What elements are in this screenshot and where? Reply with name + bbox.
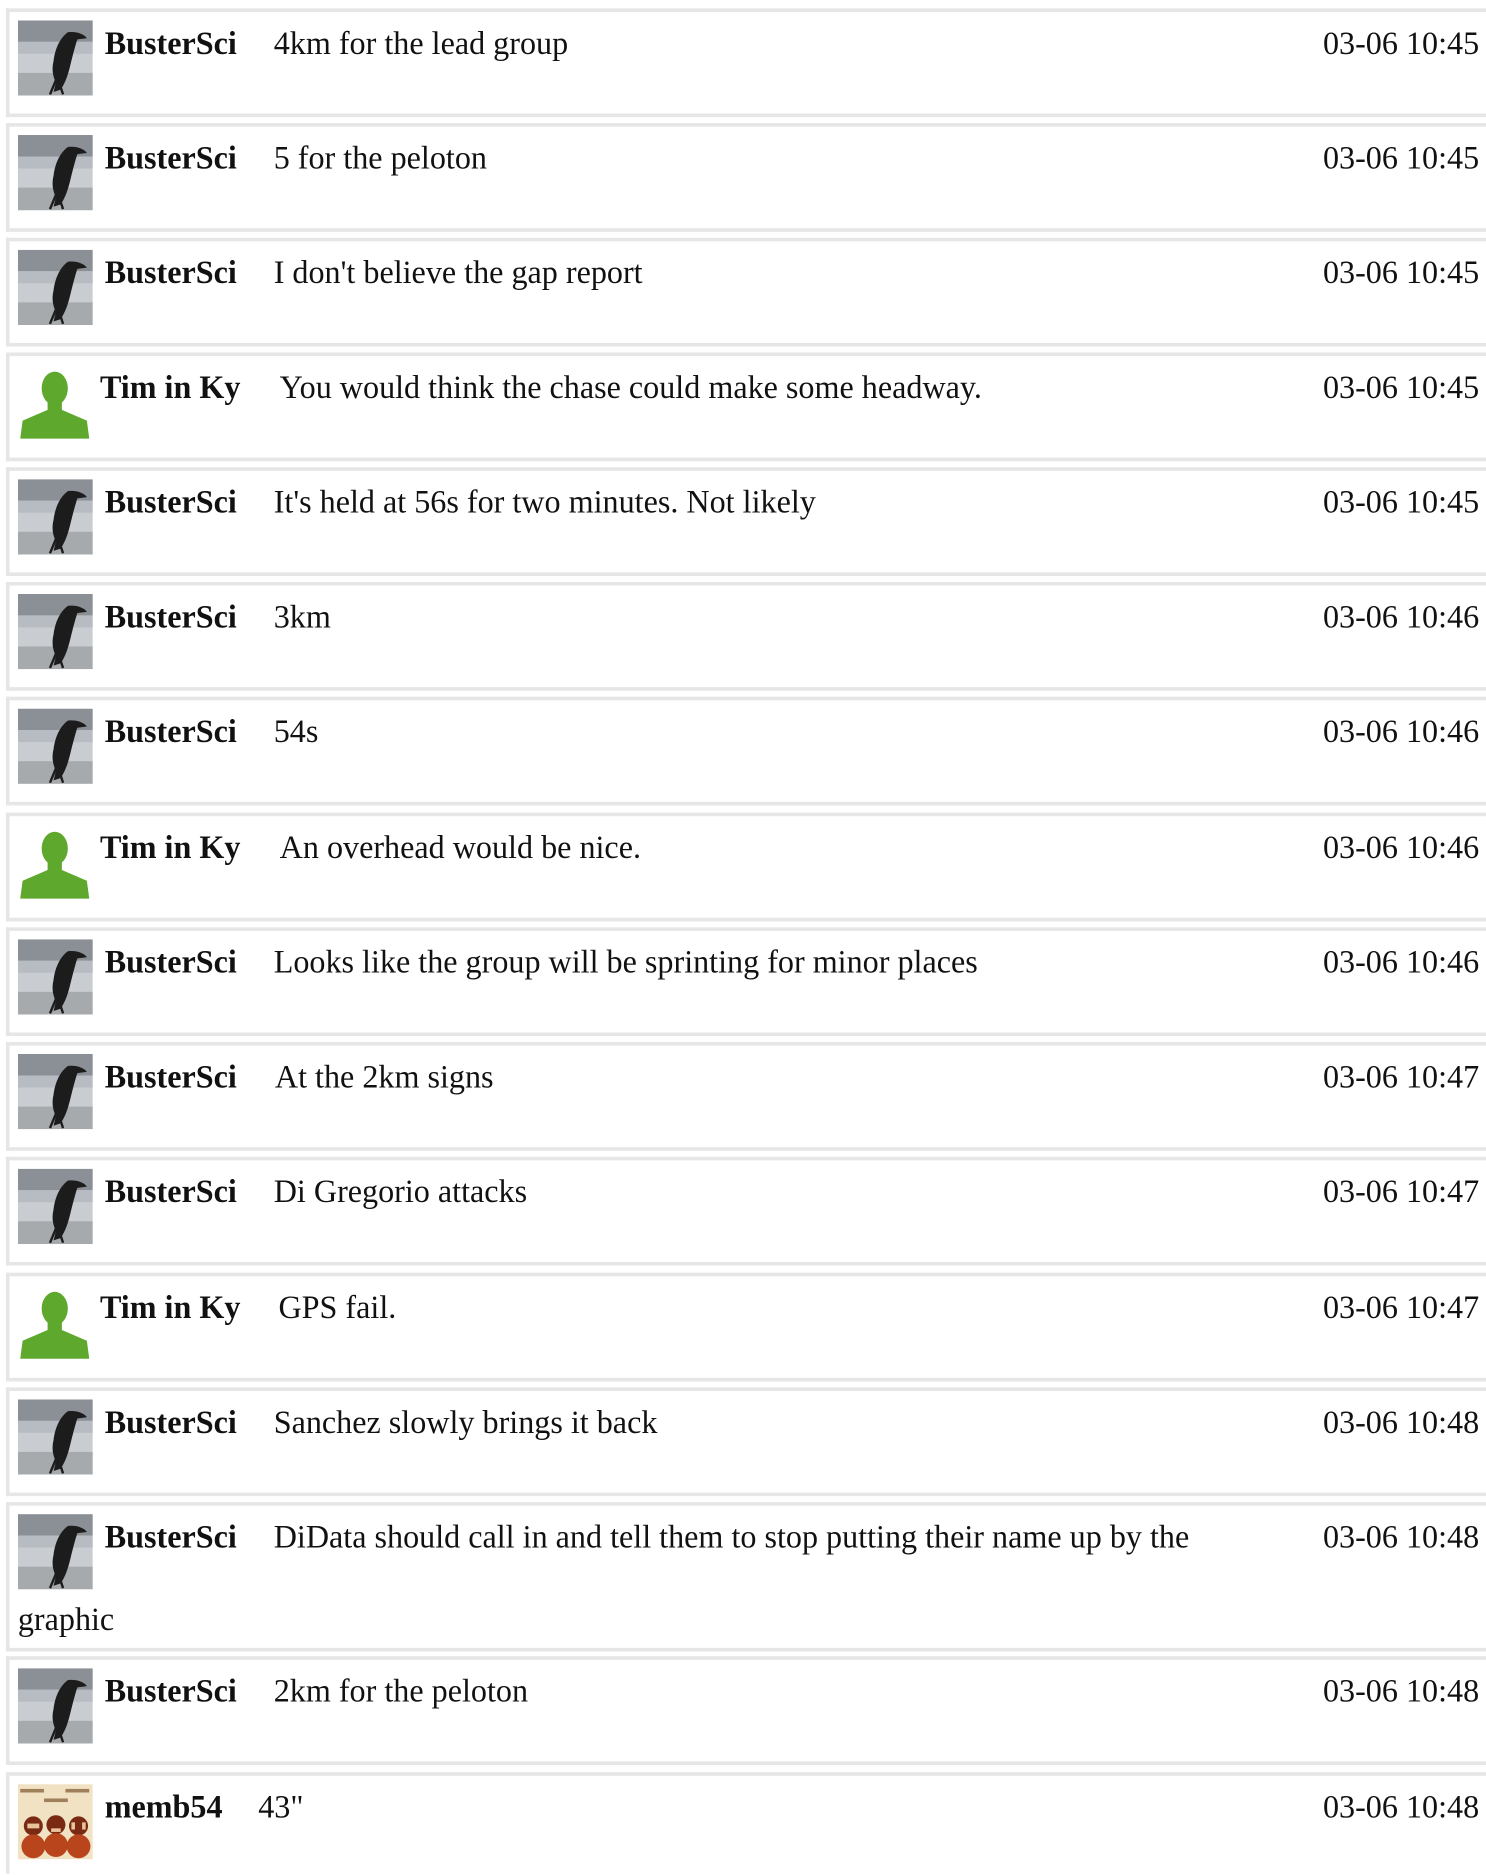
message-text: GPS fail.	[278, 1289, 397, 1326]
timestamp: 03-06 10:45	[1322, 254, 1480, 291]
chat-message: BusterSci 5 for the peloton 03-06 10:45	[5, 123, 1486, 232]
username[interactable]: Tim in Ky	[100, 825, 240, 870]
message-text: 4km for the lead group	[273, 25, 569, 61]
message-text: It's held at 56s for two minutes. Not li…	[273, 483, 816, 520]
timestamp: 03-06 10:45	[1322, 25, 1480, 61]
message-text: 2km for the peloton	[273, 1673, 529, 1709]
chat-log: BusterSci 4km for the lead group 03-06 1…	[0, 0, 1486, 1874]
username[interactable]: BusterSci	[105, 594, 237, 639]
penguin-avatar[interactable]	[17, 708, 93, 784]
penguin-avatar[interactable]	[17, 249, 93, 326]
penguin-avatar[interactable]	[17, 20, 93, 96]
username[interactable]: BusterSci	[105, 1514, 237, 1559]
message-text: Looks like the group will be sprinting f…	[273, 944, 978, 980]
chat-message: BusterSci Di Gregorio attacks 03-06 10:4…	[5, 1156, 1486, 1266]
chat-message: BusterSci Sanchez slowly brings it back …	[5, 1387, 1486, 1497]
default-user-avatar[interactable]	[17, 364, 93, 440]
timestamp: 03-06 10:46	[1322, 598, 1480, 635]
penguin-avatar[interactable]	[17, 593, 93, 670]
timestamp: 03-06 10:48	[1322, 1788, 1480, 1825]
penguin-avatar[interactable]	[17, 939, 93, 1015]
chat-message: BusterSci 2km for the peloton 03-06 10:4…	[5, 1656, 1486, 1766]
timestamp: 03-06 10:46	[1322, 944, 1480, 980]
username[interactable]: BusterSci	[105, 135, 237, 180]
timestamp: 03-06 10:46	[1322, 829, 1480, 866]
message-text: I don't believe the gap report	[273, 254, 643, 291]
chat-message: BusterSci Looks like the group will be s…	[5, 927, 1486, 1037]
default-user-avatar[interactable]	[17, 824, 93, 900]
penguin-avatar[interactable]	[17, 1668, 93, 1744]
username[interactable]: BusterSci	[105, 939, 237, 984]
timestamp: 03-06 10:45	[1322, 483, 1480, 520]
message-text: You would think the chase could make som…	[279, 369, 982, 406]
chat-message: memb54 43" 03-06 10:48	[5, 1772, 1486, 1874]
username[interactable]: BusterSci	[105, 479, 237, 524]
username[interactable]: BusterSci	[105, 1054, 237, 1099]
default-user-avatar[interactable]	[17, 1284, 93, 1360]
penguin-avatar[interactable]	[17, 1053, 93, 1130]
message-text: 43"	[258, 1788, 304, 1825]
penguin-avatar[interactable]	[17, 1514, 93, 1590]
message-text: At the 2km signs	[274, 1058, 494, 1095]
message-text: 54s	[273, 713, 319, 750]
username[interactable]: BusterSci	[105, 709, 237, 754]
chat-message: Tim in Ky An overhead would be nice. 03-…	[5, 812, 1486, 922]
monkeys-avatar[interactable]	[17, 1784, 93, 1860]
penguin-avatar[interactable]	[17, 1168, 93, 1244]
timestamp: 03-06 10:47	[1322, 1289, 1480, 1326]
username[interactable]: BusterSci	[105, 1399, 237, 1444]
timestamp: 03-06 10:45	[1322, 139, 1480, 176]
chat-message: BusterSci 54s 03-06 10:46	[5, 696, 1486, 806]
message-text: 5 for the peloton	[273, 139, 487, 176]
chat-message: Tim in Ky You would think the chase coul…	[5, 352, 1486, 462]
timestamp: 03-06 10:46	[1322, 713, 1480, 750]
username[interactable]: Tim in Ky	[100, 364, 240, 409]
message-text: Sanchez slowly brings it back	[273, 1404, 658, 1440]
message-text: An overhead would be nice.	[279, 829, 642, 866]
penguin-avatar[interactable]	[17, 479, 93, 555]
username[interactable]: BusterSci	[105, 250, 237, 295]
timestamp: 03-06 10:48	[1322, 1673, 1480, 1709]
chat-message: BusterSci 4km for the lead group 03-06 1…	[5, 8, 1486, 118]
chat-message: BusterSci DiData should call in and tell…	[5, 1502, 1486, 1652]
username[interactable]: BusterSci	[105, 1668, 237, 1713]
chat-message: BusterSci 3km 03-06 10:46	[5, 581, 1486, 691]
chat-message: Tim in Ky GPS fail. 03-06 10:47	[5, 1272, 1486, 1382]
timestamp: 03-06 10:45	[1322, 369, 1480, 406]
penguin-avatar[interactable]	[17, 1399, 93, 1475]
message-text: 3km	[273, 598, 331, 635]
timestamp: 03-06 10:47	[1322, 1173, 1480, 1210]
timestamp: 03-06 10:48	[1322, 1404, 1480, 1440]
timestamp: 03-06 10:48	[1322, 1518, 1480, 1555]
message-text: DiData should call in and tell them to s…	[273, 1518, 1190, 1555]
chat-message: BusterSci It's held at 56s for two minut…	[5, 467, 1486, 576]
message-text-continuation: graphic	[17, 1601, 115, 1638]
username[interactable]: Tim in Ky	[100, 1285, 240, 1330]
timestamp: 03-06 10:47	[1322, 1058, 1480, 1095]
penguin-avatar[interactable]	[17, 135, 93, 211]
username[interactable]: memb54	[105, 1784, 223, 1829]
username[interactable]: BusterSci	[105, 1169, 237, 1214]
message-text: Di Gregorio attacks	[273, 1173, 528, 1210]
chat-message: BusterSci I don't believe the gap report…	[5, 237, 1486, 347]
chat-message: BusterSci At the 2km signs 03-06 10:47	[5, 1042, 1486, 1151]
username[interactable]: BusterSci	[105, 20, 237, 65]
